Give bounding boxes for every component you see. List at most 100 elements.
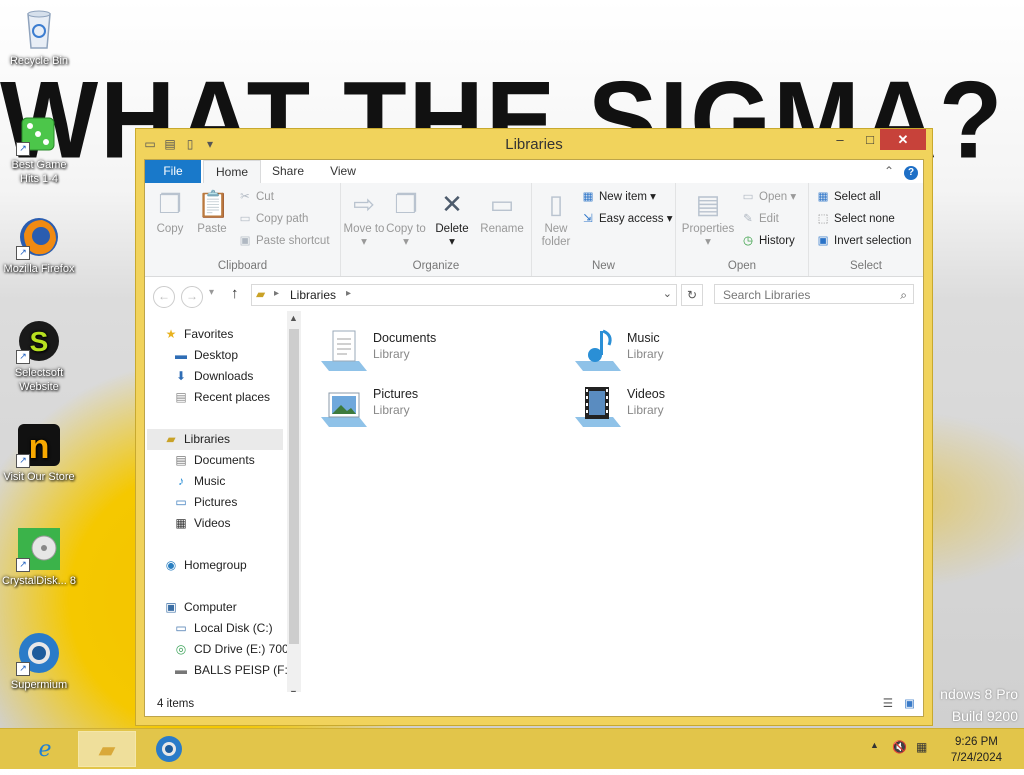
nav-downloads[interactable]: ⬇ Downloads (173, 366, 253, 387)
nav-pane-scrollbar[interactable]: ▲ ▼ (287, 311, 301, 700)
help-icon[interactable]: ? (903, 160, 919, 183)
copy-to-button[interactable]: ❐ Copy to ▾ (385, 187, 427, 249)
rename-icon: ▭ (489, 189, 515, 219)
library-videos[interactable]: Videos Library (573, 381, 803, 431)
paste-shortcut-button[interactable]: ▣ Paste shortcut (237, 231, 330, 251)
easy-access-icon: ⇲ (583, 213, 593, 225)
library-music[interactable]: Music Library (573, 325, 803, 375)
network-icon[interactable]: ▦ (916, 740, 927, 754)
forward-button[interactable]: → (181, 286, 203, 308)
nav-recent-places[interactable]: ▤ Recent places (173, 387, 270, 408)
desktop-icon-crystaldisk[interactable]: ↗ CrystalDisk... 8 (2, 526, 76, 588)
nav-favorites[interactable]: ★ Favorites (163, 324, 234, 345)
address-dropdown-icon[interactable]: ⌄ (663, 287, 672, 300)
nav-videos[interactable]: ▦ Videos (173, 513, 230, 534)
desktop-icon-recycle-bin[interactable]: Recycle Bin (2, 6, 76, 68)
library-name: Pictures (373, 387, 419, 401)
copy-path-button[interactable]: ▭ Copy path (237, 209, 309, 229)
nav-desktop[interactable]: ▬ Desktop (173, 345, 238, 366)
ribbon: ❐ Copy 📋 Paste ✂ Cut ▭ Copy path ▣ Paste shor… (145, 183, 923, 277)
tab-home[interactable]: Home (203, 160, 261, 185)
desktop-icon-visit-store[interactable]: n ↗ Visit Our Store (2, 422, 76, 484)
nav-local-disk[interactable]: ▭ Local Disk (C:) (173, 618, 272, 639)
copy-path-icon: ▭ (239, 213, 251, 225)
breadcrumb-libraries[interactable]: Libraries (290, 288, 336, 302)
desktop-icon-firefox[interactable]: ↗ Mozilla Firefox (2, 214, 76, 276)
pictures-library-icon (319, 383, 369, 429)
up-button[interactable]: ↑ (231, 285, 239, 302)
system-clock[interactable]: 9:26 PM 7/24/2024 (951, 734, 1002, 766)
tab-share[interactable]: Share (267, 160, 309, 183)
new-item-button[interactable]: ▦ New item ▾ (580, 187, 656, 207)
edit-label: Edit (759, 213, 779, 225)
clipboard-group-label: Clipboard (217, 260, 268, 272)
minimize-ribbon-icon[interactable]: ⌃ (881, 160, 897, 183)
nav-libraries[interactable]: ▰ Libraries (147, 429, 283, 450)
breadcrumb-separator-icon: ▸ (274, 288, 280, 299)
pictures-icon: ▭ (175, 495, 187, 509)
paste-button[interactable]: 📋 Paste (191, 187, 233, 236)
copy-to-label: Copy to (386, 223, 426, 235)
nav-computer[interactable]: ▣ Computer (163, 597, 237, 618)
nav-usb-drive-label: BALLS PEISP (F:) (194, 663, 292, 677)
file-explorer-taskbar-button[interactable]: ▰ (78, 731, 136, 767)
volume-muted-icon[interactable]: 🔇 (892, 740, 907, 754)
copy-button[interactable]: ❐ Copy (149, 187, 191, 236)
tab-file[interactable]: File (145, 160, 201, 183)
show-hidden-icons-button[interactable]: ▲ (870, 740, 879, 750)
nav-computer-label: Computer (184, 600, 237, 614)
nav-music[interactable]: ♪ Music (173, 471, 225, 492)
breadcrumb-chevron-icon[interactable]: ▸ (346, 288, 351, 299)
details-view-icon[interactable]: ☰ (883, 692, 893, 716)
cut-button[interactable]: ✂ Cut (237, 187, 274, 207)
back-button[interactable]: ← (153, 286, 175, 308)
select-none-button[interactable]: ⬚ Select none (815, 209, 895, 229)
nav-documents[interactable]: ▤ Documents (173, 450, 254, 471)
nav-cd-drive[interactable]: ◎ CD Drive (E:) 700I (173, 639, 292, 660)
tab-view[interactable]: View (323, 160, 363, 183)
minimize-button[interactable]: – (824, 129, 856, 150)
organize-group-label: Organize (412, 260, 460, 272)
address-bar[interactable]: ▰ ▸ Libraries ▸ ⌄ (251, 284, 677, 306)
invert-selection-button[interactable]: ▣ Invert selection (815, 231, 912, 251)
content-area: Documents Library Music Library Pictures… (305, 311, 923, 700)
nav-libraries-label: Libraries (184, 432, 231, 446)
move-to-button[interactable]: ⇨ Move to ▾ (343, 187, 385, 249)
desktop-icon-supermium[interactable]: ↗ Supermium (2, 630, 76, 692)
close-button[interactable]: ✕ (880, 129, 926, 150)
select-none-label: Select none (834, 213, 895, 225)
easy-access-button[interactable]: ⇲ Easy access ▾ (580, 209, 672, 229)
scrollbar-thumb[interactable] (289, 329, 299, 644)
rename-button[interactable]: ▭ Rename (477, 187, 527, 236)
navigation-pane: ★ Favorites ▬ Desktop ⬇ Downloads ▤ Recent p… (145, 311, 301, 700)
supermium-taskbar-button[interactable] (140, 731, 198, 767)
desktop-icon-best-game-hits[interactable]: ↗ Best Game Hits 1-4 (2, 110, 76, 186)
scroll-up-icon[interactable]: ▲ (289, 313, 298, 323)
edit-button[interactable]: ✎ Edit (740, 209, 779, 229)
nav-homegroup[interactable]: ◉ Homegroup (163, 555, 247, 576)
search-box[interactable]: Search Libraries ⌕ (714, 284, 914, 304)
internet-explorer-icon[interactable]: ℯ (16, 731, 74, 767)
library-documents[interactable]: Documents Library (319, 325, 549, 375)
new-folder-button[interactable]: ▯ New folder (534, 187, 578, 249)
open-button[interactable]: ▭ Open ▾ (740, 187, 797, 207)
explorer-window: ▭ ▤ ▯ ▾ Libraries – □ ✕ File Home Share … (135, 128, 933, 726)
select-all-button[interactable]: ▦ Select all (815, 187, 881, 207)
delete-button[interactable]: ✕ Delete ▾ (429, 187, 475, 249)
properties-button[interactable]: ▤ Properties ▾ (678, 187, 738, 249)
library-pictures[interactable]: Pictures Library (319, 381, 549, 431)
nav-pictures[interactable]: ▭ Pictures (173, 492, 237, 513)
move-to-icon: ⇨ (353, 189, 375, 219)
properties-icon: ▤ (695, 189, 721, 219)
nav-usb-drive[interactable]: ▬ BALLS PEISP (F:) (173, 660, 292, 681)
recent-locations-dropdown[interactable]: ▾ (209, 287, 214, 298)
library-name: Videos (627, 387, 665, 401)
clipboard-group: ❐ Copy 📋 Paste ✂ Cut ▭ Copy path ▣ Paste shor… (145, 183, 341, 276)
title-bar[interactable]: ▭ ▤ ▯ ▾ Libraries – □ ✕ (136, 129, 932, 159)
new-item-icon: ▦ (582, 191, 594, 203)
nav-cd-drive-label: CD Drive (E:) 700I (194, 642, 293, 656)
history-button[interactable]: ◷ History (740, 231, 795, 251)
refresh-button[interactable]: ↻ (681, 284, 703, 306)
large-icons-view-icon[interactable]: ▣ (904, 692, 915, 716)
desktop-icon-selectsoft[interactable]: S ↗ Selectsoft Website (2, 318, 76, 394)
